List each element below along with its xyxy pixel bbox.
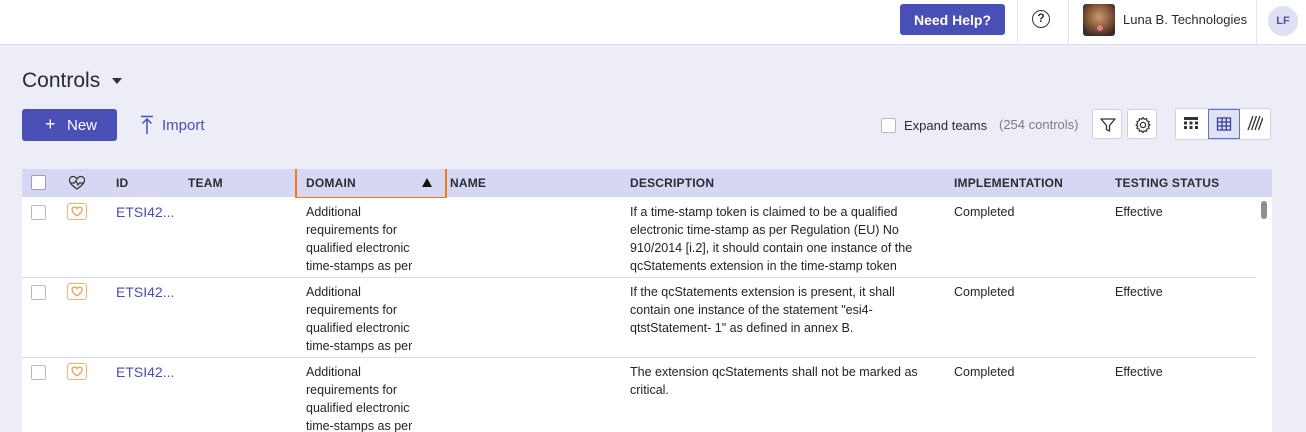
table-view-button[interactable] (1208, 109, 1240, 139)
top-bar: Need Help? ? Luna B. Technologies LF (0, 0, 1306, 45)
table-row[interactable]: ETSI42... Additional requirements for qu… (22, 198, 1256, 278)
need-help-button[interactable]: Need Help? (900, 4, 1005, 35)
chevron-down-icon[interactable] (112, 78, 122, 84)
plus-icon: + (45, 114, 56, 134)
expand-teams-label[interactable]: Expand teams (904, 118, 987, 133)
control-id-link[interactable]: ETSI42... (116, 204, 174, 220)
settings-button[interactable] (1127, 109, 1157, 139)
diagonal-lines-icon (1247, 115, 1263, 131)
domain-cell: Additional requirements for qualified el… (306, 205, 413, 273)
column-header-implementation[interactable]: IMPLEMENTATION (954, 176, 1063, 190)
divider (1017, 0, 1018, 44)
org-avatar[interactable] (1083, 4, 1115, 36)
new-button[interactable]: + New (22, 109, 117, 141)
control-id-link[interactable]: ETSI42... (116, 364, 174, 380)
testing-status-cell: Effective (1115, 285, 1163, 299)
row-checkbox[interactable] (31, 285, 46, 300)
table-row[interactable]: ETSI42... Additional requirements for qu… (22, 358, 1256, 432)
description-cell: The extension qcStatements shall not be … (630, 365, 918, 397)
view-switcher (1175, 108, 1271, 140)
expand-teams-checkbox[interactable] (881, 118, 896, 133)
board-view-button[interactable] (1176, 109, 1208, 139)
column-header-description[interactable]: DESCRIPTION (630, 176, 714, 190)
user-avatar[interactable]: LF (1268, 6, 1298, 36)
timeline-view-button[interactable] (1240, 109, 1272, 139)
testing-status-cell: Effective (1115, 205, 1163, 219)
controls-count: (254 controls) (999, 117, 1079, 132)
implementation-cell: Completed (954, 365, 1015, 379)
control-id-link[interactable]: ETSI42... (116, 284, 174, 300)
controls-table: ID TEAM DOMAIN NAME DESCRIPTION IMPLEMEN… (22, 169, 1272, 432)
filter-button[interactable] (1092, 109, 1122, 139)
heartbeat-icon[interactable] (68, 175, 86, 191)
column-header-id[interactable]: ID (116, 176, 128, 190)
select-all-checkbox[interactable] (31, 175, 46, 190)
implementation-cell: Completed (954, 205, 1015, 219)
table-row[interactable]: ETSI42... Additional requirements for qu… (22, 278, 1256, 358)
domain-cell: Additional requirements for qualified el… (306, 365, 413, 432)
new-button-label: New (67, 117, 98, 134)
table-scrollbar[interactable] (1258, 199, 1270, 432)
heart-icon (71, 366, 83, 377)
column-header-testing-status[interactable]: TESTING STATUS (1115, 176, 1219, 190)
column-header-name[interactable]: NAME (450, 176, 486, 190)
table-header: ID TEAM DOMAIN NAME DESCRIPTION IMPLEMEN… (22, 169, 1272, 197)
health-status-icon[interactable] (67, 363, 87, 380)
scrollbar-thumb[interactable] (1261, 201, 1267, 219)
filter-icon (1100, 118, 1116, 132)
description-cell: If a time-stamp token is claimed to be a… (630, 205, 913, 273)
row-checkbox[interactable] (31, 365, 46, 380)
description-cell: If the qcStatements extension is present… (630, 285, 895, 335)
page-title[interactable]: Controls (22, 69, 100, 93)
testing-status-cell: Effective (1115, 365, 1163, 379)
domain-header-highlight (295, 169, 447, 199)
import-label: Import (162, 117, 205, 134)
column-header-team[interactable]: TEAM (188, 176, 223, 190)
implementation-cell: Completed (954, 285, 1015, 299)
heart-icon (71, 286, 83, 297)
health-status-icon[interactable] (67, 283, 87, 300)
question-circle-icon[interactable]: ? (1032, 10, 1050, 28)
upload-arrow-icon (141, 115, 153, 134)
gear-icon (1135, 116, 1151, 134)
heart-icon (71, 206, 83, 217)
health-status-icon[interactable] (67, 203, 87, 220)
table-view-icon (1216, 117, 1232, 131)
divider (1256, 0, 1257, 44)
domain-cell: Additional requirements for qualified el… (306, 285, 413, 353)
board-view-icon (1184, 117, 1198, 129)
row-checkbox[interactable] (31, 205, 46, 220)
org-name[interactable]: Luna B. Technologies (1123, 12, 1247, 27)
divider (1068, 0, 1069, 44)
